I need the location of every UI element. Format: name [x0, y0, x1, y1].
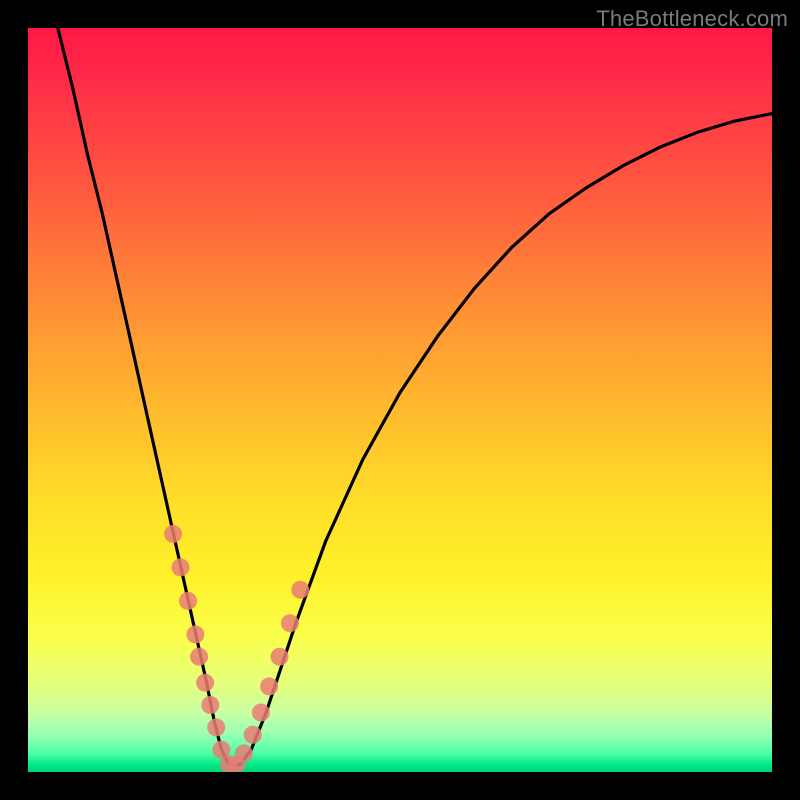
chart-svg: [28, 28, 772, 772]
marker-dot: [291, 581, 309, 599]
marker-dot: [179, 592, 197, 610]
watermark-text: TheBottleneck.com: [596, 6, 788, 32]
marker-dot: [196, 674, 214, 692]
outer-frame: TheBottleneck.com: [0, 0, 800, 800]
marker-dot: [271, 648, 289, 666]
marker-dot: [190, 648, 208, 666]
marker-dot: [260, 677, 278, 695]
marker-dot: [186, 625, 204, 643]
marker-dot: [201, 696, 219, 714]
marker-dot: [164, 525, 182, 543]
marker-dot: [252, 704, 270, 722]
marker-dot: [235, 744, 253, 762]
marker-dot: [207, 718, 225, 736]
curve-layer: [58, 28, 772, 765]
marker-dot: [172, 558, 190, 576]
bottleneck-curve-path: [58, 28, 772, 765]
marker-dot: [281, 614, 299, 632]
marker-dot: [244, 726, 262, 744]
plot-area: [28, 28, 772, 772]
